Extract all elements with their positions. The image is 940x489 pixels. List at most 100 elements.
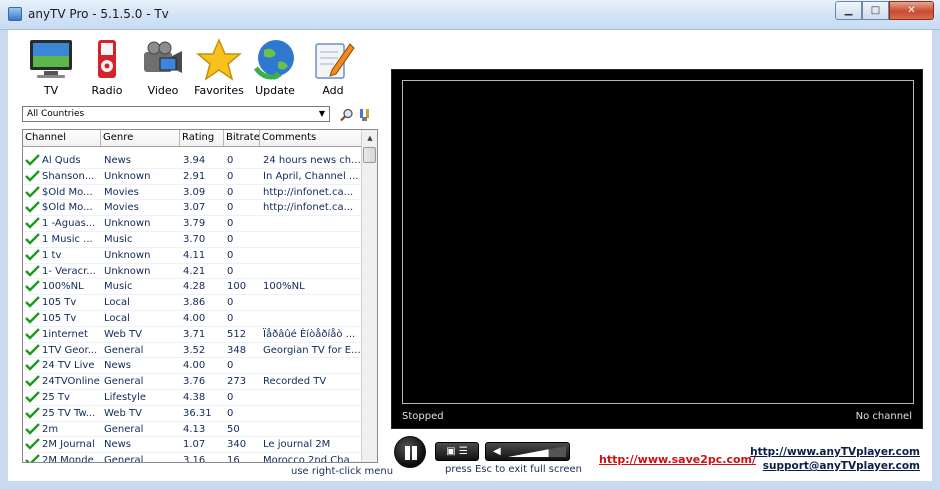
window-controls: ▁ □ ✕ xyxy=(835,1,934,20)
volume-slider[interactable]: ◀ xyxy=(485,442,570,461)
channel-table[interactable]: Channel Genre Rating Bitrate Comments Al… xyxy=(22,129,378,463)
cell-rating: 36.31 xyxy=(180,406,224,422)
cell-comments: Recorded TV xyxy=(260,374,363,390)
cell-bitrate: 16 xyxy=(224,453,260,462)
checkmark-icon xyxy=(25,217,40,229)
fullscreen-button[interactable]: ▣ ☰ xyxy=(435,442,479,461)
close-button[interactable]: ✕ xyxy=(889,1,934,20)
cell-comments xyxy=(260,264,363,280)
cell-rating: 3.70 xyxy=(180,232,224,248)
table-row[interactable]: 1TV Geor... General 3.52 348 Georgian TV for… xyxy=(23,343,363,359)
checkmark-icon xyxy=(25,422,40,435)
toolbar-add-label: Add xyxy=(322,84,344,97)
table-row[interactable]: 1 tv Unknown 4.11 0 xyxy=(23,248,363,264)
cell-rating: 3.16 xyxy=(180,453,224,462)
cell-comments: In April, Channel ... xyxy=(260,169,363,185)
video-player[interactable]: Stopped No channel xyxy=(391,69,923,429)
table-row[interactable]: $Old Mo... Movies 3.09 0 http://infonet.ca..… xyxy=(23,185,363,201)
cell-comments: Ïåðâûé Èíòåðíåò ... xyxy=(260,327,363,343)
maximize-icon: □ xyxy=(870,5,881,16)
cell-channel: 1TV Geor... xyxy=(23,343,101,359)
video-screen[interactable] xyxy=(402,80,914,404)
cell-comments xyxy=(260,311,363,327)
save2pc-link[interactable]: http://www.save2pc.com/ xyxy=(599,453,756,466)
table-row[interactable]: 105 Tv Local 3.86 0 xyxy=(23,295,363,311)
cell-rating: 3.94 xyxy=(180,153,224,169)
cell-genre: Local xyxy=(101,295,180,311)
table-row[interactable]: 24TVOnline General 3.76 273 Recorded TV xyxy=(23,374,363,390)
volume-level xyxy=(508,446,566,457)
toolbar-update-label: Update xyxy=(255,84,295,97)
column-header-comments[interactable]: Comments xyxy=(260,130,363,146)
cell-genre: Local xyxy=(101,311,180,327)
table-row[interactable]: Al Quds News 3.94 0 24 hours news ch... xyxy=(23,153,363,169)
window-title: anyTV Pro - 5.1.5.0 - Tv xyxy=(28,7,169,21)
cell-comments xyxy=(260,358,363,375)
speaker-icon: ◀ xyxy=(493,446,501,457)
column-header-bitrate[interactable]: Bitrate xyxy=(224,130,260,146)
checkmark-icon xyxy=(25,312,40,324)
pause-button[interactable] xyxy=(394,436,426,468)
checkmark-icon xyxy=(25,343,40,356)
toolbar-update-button[interactable]: Update xyxy=(246,38,304,97)
table-row[interactable]: 2M Journal News 1.07 340 Le journal 2M xyxy=(23,437,363,454)
cell-channel: 1 Music ... xyxy=(23,232,101,248)
cell-channel: $Old Mo... xyxy=(23,185,101,201)
checkmark-icon xyxy=(25,201,40,214)
minimize-button[interactable]: ▁ xyxy=(835,1,862,20)
column-header-channel[interactable]: Channel xyxy=(23,130,101,146)
toolbar-radio-label: Radio xyxy=(91,84,123,97)
cell-genre: News xyxy=(101,153,180,169)
column-header-genre[interactable]: Genre xyxy=(101,130,180,146)
cell-genre: General xyxy=(101,343,180,359)
toolbar-favorites-button[interactable]: Favorites xyxy=(190,38,248,97)
cell-channel: 2M Monde xyxy=(23,453,101,462)
search-icon[interactable] xyxy=(340,108,354,122)
column-header-rating[interactable]: Rating xyxy=(180,130,224,146)
window-frame: TV Radio Video Favorites Update Add All … xyxy=(0,30,940,489)
table-row[interactable]: 24 TV Live News 4.00 0 xyxy=(23,358,363,375)
table-row[interactable]: $Old Mo... Movies 3.07 0 http://infonet.ca..… xyxy=(23,200,363,217)
table-row[interactable]: 25 TV Tw... Web TV 36.31 0 xyxy=(23,406,363,422)
cell-genre: Unknown xyxy=(101,248,180,264)
scroll-up-icon[interactable]: ▲ xyxy=(362,130,377,146)
globe-update-icon xyxy=(252,38,298,82)
anytv-website-link[interactable]: http://www.anyTVplayer.com xyxy=(750,446,920,458)
support-email-link[interactable]: support@anyTVplayer.com xyxy=(763,460,920,472)
table-row[interactable]: 1internet Web TV 3.71 512 Ïåðâûé Èíòåðíåò ..… xyxy=(23,327,363,343)
cell-genre: General xyxy=(101,374,180,390)
toolbar-tv-button[interactable]: TV xyxy=(22,38,80,97)
maximize-button[interactable]: □ xyxy=(862,1,889,20)
table-row[interactable]: 1 -Aguas... Unknown 3.79 0 xyxy=(23,216,363,232)
cell-channel: $Old Mo... xyxy=(23,200,101,217)
cell-bitrate: 273 xyxy=(224,374,260,390)
toolbar-radio-button[interactable]: Radio xyxy=(78,38,136,97)
cell-genre: News xyxy=(101,437,180,454)
toolbar-add-button[interactable]: Add xyxy=(304,38,362,97)
toolbar-video-button[interactable]: Video xyxy=(134,38,192,97)
settings-tools-icon[interactable] xyxy=(358,108,372,122)
title-bar[interactable]: anyTV Pro - 5.1.5.0 - Tv ▁ □ ✕ xyxy=(0,0,940,30)
table-row[interactable]: 25 Tv Lifestyle 4.38 0 xyxy=(23,390,363,406)
cell-channel: 25 TV Tw... xyxy=(23,406,101,422)
cell-bitrate: 0 xyxy=(224,311,260,327)
table-row[interactable]: 1- Veracr... Unknown 4.21 0 xyxy=(23,264,363,280)
table-row[interactable]: Shanson... Unknown 2.91 0 In April, Channel … xyxy=(23,169,363,185)
cell-bitrate: 340 xyxy=(224,437,260,454)
cell-rating: 4.21 xyxy=(180,264,224,280)
table-row[interactable]: 100%NL Music 4.28 100 100%NL xyxy=(23,279,363,296)
cell-bitrate: 348 xyxy=(224,343,260,359)
table-hint: use right-click menu xyxy=(291,466,394,477)
table-row[interactable]: 2m General 4.13 50 xyxy=(23,422,363,438)
cell-comments: http://infonet.ca... xyxy=(260,185,363,201)
country-dropdown[interactable]: All Countries ▼ xyxy=(22,106,330,122)
table-row[interactable]: 105 Tv Local 4.00 0 xyxy=(23,311,363,327)
close-icon: ✕ xyxy=(907,5,916,16)
table-row[interactable]: 2M Monde General 3.16 16 Morocco 2nd Cha... xyxy=(23,453,363,462)
table-row[interactable]: 1 Music ... Music 3.70 0 xyxy=(23,232,363,248)
table-scrollbar[interactable]: ▲ xyxy=(361,130,377,462)
cell-rating: 4.00 xyxy=(180,358,224,375)
scrollbar-thumb[interactable] xyxy=(363,147,376,163)
radio-icon xyxy=(84,38,130,82)
cell-rating: 4.28 xyxy=(180,279,224,296)
